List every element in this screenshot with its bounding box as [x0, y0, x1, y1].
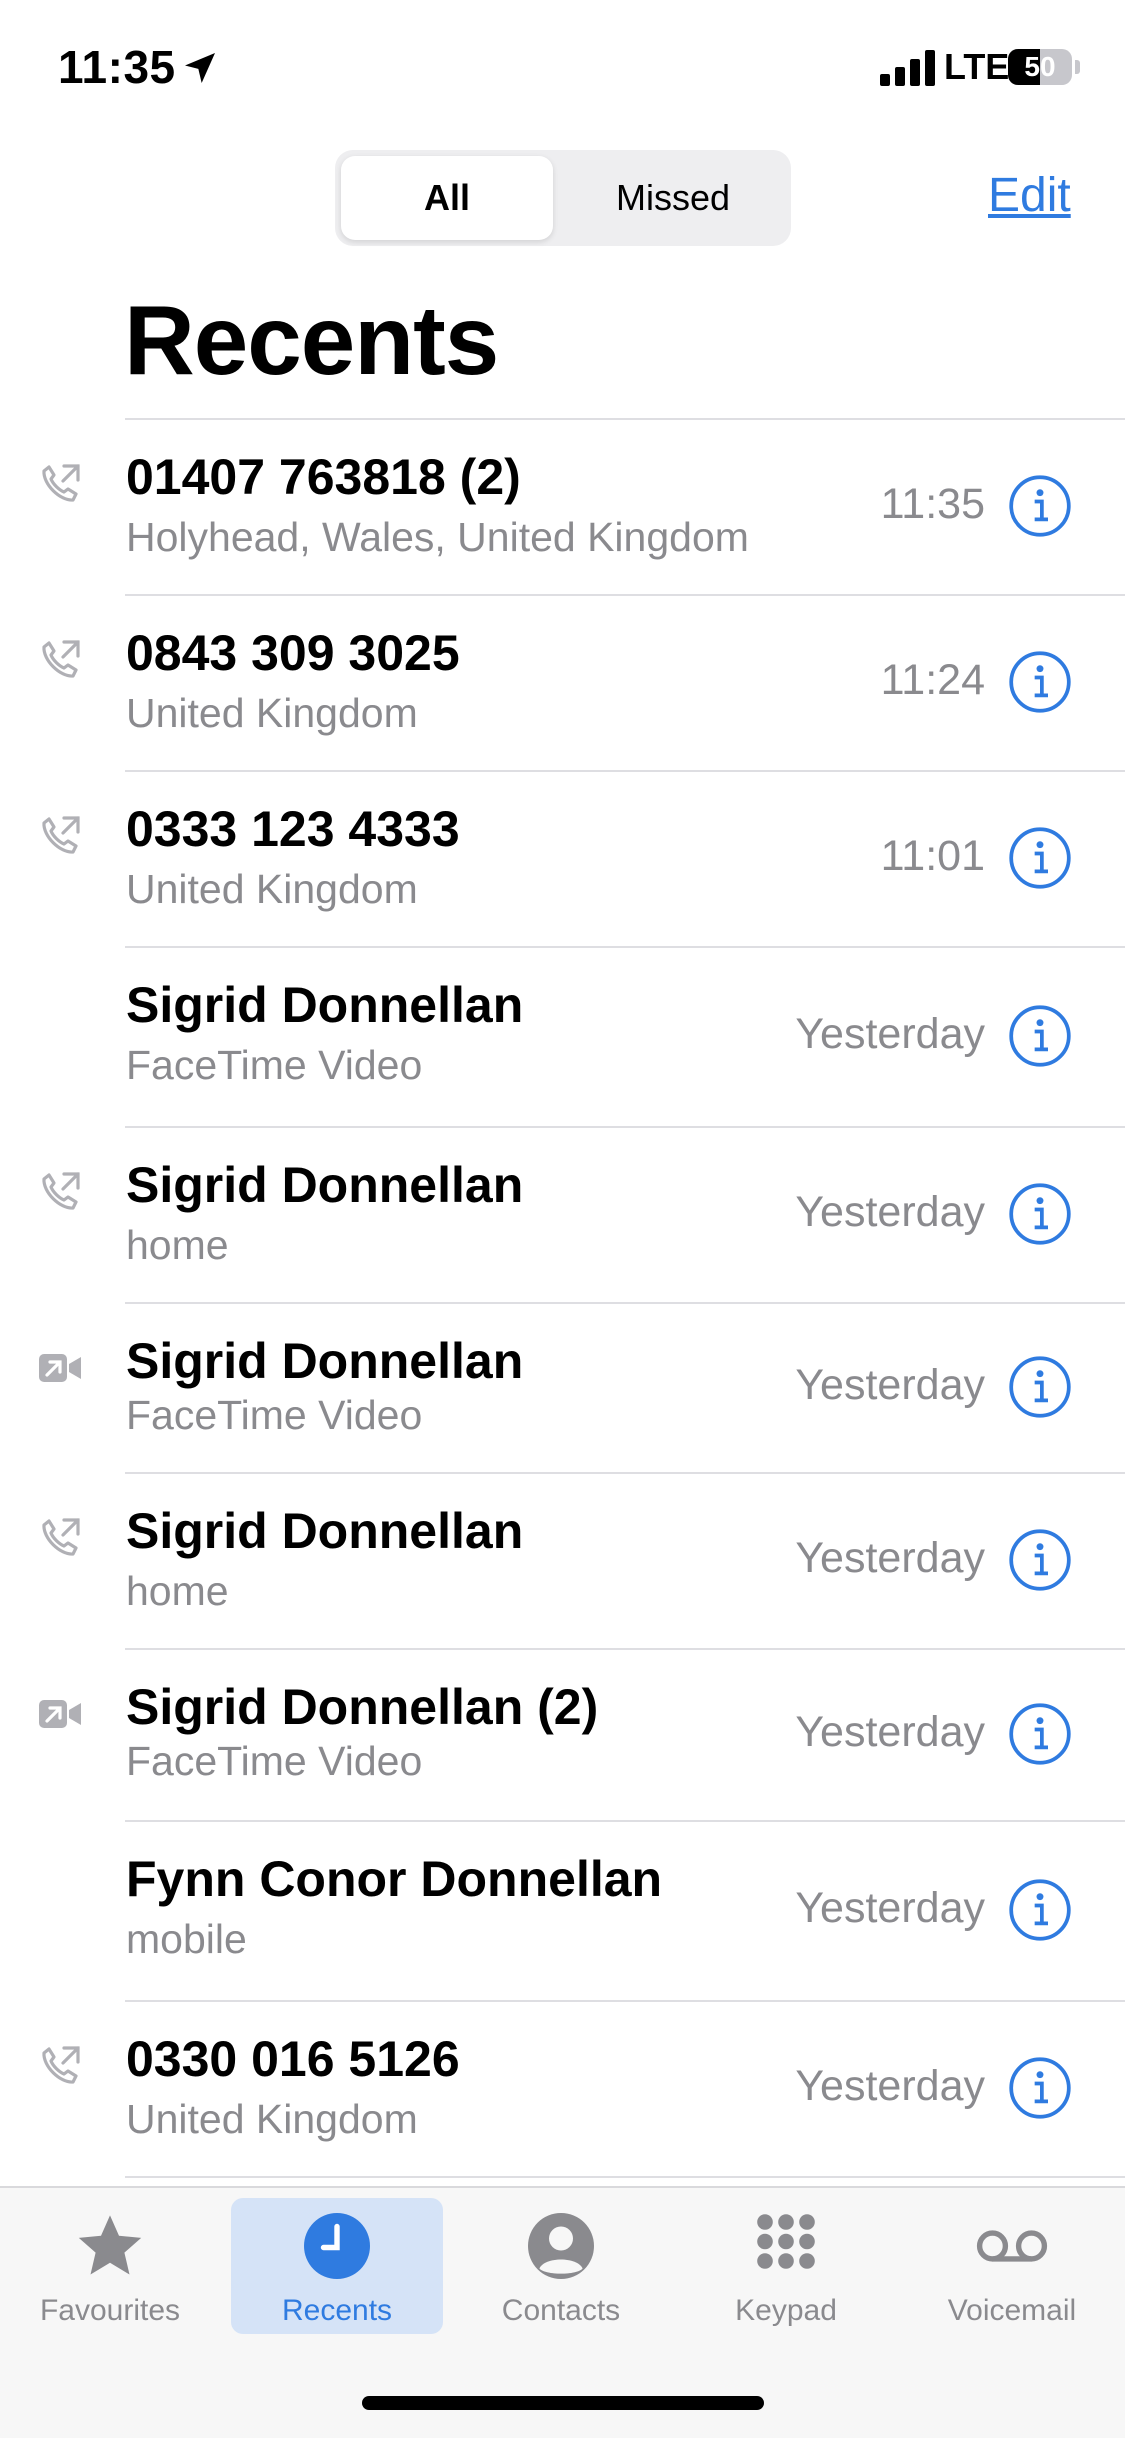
battery-icon: 50	[1008, 49, 1080, 85]
call-name: Sigrid Donnellan	[126, 1333, 524, 1389]
call-row[interactable]: Sigrid Donnellan home Yesterday	[0, 1472, 1125, 1648]
location-arrow-icon	[185, 53, 215, 83]
list-divider	[125, 2176, 1125, 2178]
outgoing-call-icon	[42, 464, 80, 502]
call-subtitle: FaceTime Video	[126, 1392, 423, 1438]
call-name: 0330 016 5126	[126, 2031, 460, 2087]
tab-favourites[interactable]: Favourites	[4, 2198, 216, 2334]
call-time: 11:24	[880, 656, 985, 704]
edit-button[interactable]: Edit	[988, 168, 1071, 223]
cellular-signal-icon	[880, 50, 935, 86]
tab-contacts[interactable]: Contacts	[455, 2198, 667, 2334]
info-icon[interactable]	[1008, 1182, 1072, 1246]
status-bar: 11:35 LTE 50	[0, 0, 1125, 140]
outgoing-video-icon	[39, 1354, 81, 1382]
call-row[interactable]: 0330 016 5126 United Kingdom Yesterday	[0, 2000, 1125, 2176]
call-subtitle: FaceTime Video	[126, 1042, 423, 1088]
page-title: Recents	[124, 285, 499, 395]
info-icon[interactable]	[1008, 2056, 1072, 2120]
call-subtitle: mobile	[126, 1916, 247, 1962]
recents-list: 01407 763818 (2) Holyhead, Wales, United …	[0, 418, 1125, 2178]
keypad-icon	[757, 2214, 815, 2282]
call-subtitle: Holyhead, Wales, United Kingdom	[126, 514, 749, 560]
info-icon[interactable]	[1008, 650, 1072, 714]
home-indicator	[362, 2396, 764, 2410]
call-name: Sigrid Donnellan	[126, 977, 524, 1033]
outgoing-call-icon	[42, 2046, 80, 2084]
call-row[interactable]: Sigrid Donnellan home Yesterday	[0, 1126, 1125, 1302]
call-subtitle: United Kingdom	[126, 2096, 418, 2142]
status-time: 11:35	[58, 41, 176, 93]
network-type: LTE	[944, 46, 1010, 87]
outgoing-call-icon	[42, 1172, 80, 1210]
clock-icon	[304, 2213, 370, 2279]
call-time: Yesterday	[795, 1010, 985, 1058]
tab-recents[interactable]: Recents	[231, 2198, 443, 2334]
call-row[interactable]: Fynn Conor Donnellan mobile Yesterday	[0, 1820, 1125, 2000]
call-time: Yesterday	[795, 1884, 985, 1932]
filter-segmented-control: All Missed	[335, 150, 791, 246]
call-name: Sigrid Donnellan (2)	[126, 1679, 599, 1735]
segment-missed[interactable]: Missed	[561, 156, 785, 240]
call-name: 01407 763818 (2)	[126, 449, 521, 505]
tab-label: Recents	[281, 2294, 393, 2327]
outgoing-call-icon	[42, 640, 80, 678]
call-time: Yesterday	[795, 1361, 985, 1409]
tab-voicemail[interactable]: Voicemail	[906, 2198, 1118, 2334]
battery-percent: 50	[1024, 51, 1056, 82]
call-time: 11:35	[880, 480, 985, 528]
call-row[interactable]: 0333 123 4333 United Kingdom 11:01	[0, 770, 1125, 946]
info-icon[interactable]	[1008, 1878, 1072, 1942]
call-name: 0843 309 3025	[126, 625, 460, 681]
call-row[interactable]: 0843 309 3025 United Kingdom 11:24	[0, 594, 1125, 770]
call-name: Sigrid Donnellan	[126, 1157, 524, 1213]
tab-label: Voicemail	[947, 2294, 1077, 2327]
call-time: 11:01	[880, 832, 985, 880]
call-subtitle: United Kingdom	[126, 690, 418, 736]
call-name: 0333 123 4333	[126, 801, 460, 857]
call-row[interactable]: 01407 763818 (2) Holyhead, Wales, United …	[0, 418, 1125, 594]
call-time: Yesterday	[795, 1188, 985, 1236]
call-subtitle: United Kingdom	[126, 866, 418, 912]
voicemail-icon	[976, 2230, 1048, 2262]
outgoing-call-icon	[42, 1518, 80, 1556]
tab-keypad[interactable]: Keypad	[680, 2198, 892, 2334]
info-icon[interactable]	[1008, 1355, 1072, 1419]
call-row[interactable]: Sigrid Donnellan FaceTime Video Yesterday	[0, 1302, 1125, 1472]
call-time: Yesterday	[795, 1708, 985, 1756]
tab-label: Contacts	[501, 2294, 621, 2327]
star-icon	[78, 2215, 142, 2275]
info-icon[interactable]	[1008, 1702, 1072, 1766]
call-subtitle: FaceTime Video	[126, 1738, 423, 1784]
call-name: Sigrid Donnellan	[126, 1503, 524, 1559]
call-subtitle: home	[126, 1568, 229, 1614]
tab-label: Favourites	[39, 2294, 181, 2327]
segment-all[interactable]: All	[341, 156, 553, 240]
call-time: Yesterday	[795, 1534, 985, 1582]
info-icon[interactable]	[1008, 474, 1072, 538]
info-icon[interactable]	[1008, 826, 1072, 890]
call-name: Fynn Conor Donnellan	[126, 1851, 663, 1907]
call-time: Yesterday	[795, 2062, 985, 2110]
call-row[interactable]: Sigrid Donnellan (2) FaceTime Video Yester…	[0, 1648, 1125, 1820]
call-subtitle: home	[126, 1222, 229, 1268]
tab-label: Keypad	[735, 2294, 837, 2327]
outgoing-call-icon	[42, 816, 80, 854]
info-icon[interactable]	[1008, 1528, 1072, 1592]
info-icon[interactable]	[1008, 1004, 1072, 1068]
call-row[interactable]: Sigrid Donnellan FaceTime Video Yesterday	[0, 946, 1125, 1126]
person-icon	[528, 2213, 594, 2279]
outgoing-video-icon	[39, 1700, 81, 1728]
